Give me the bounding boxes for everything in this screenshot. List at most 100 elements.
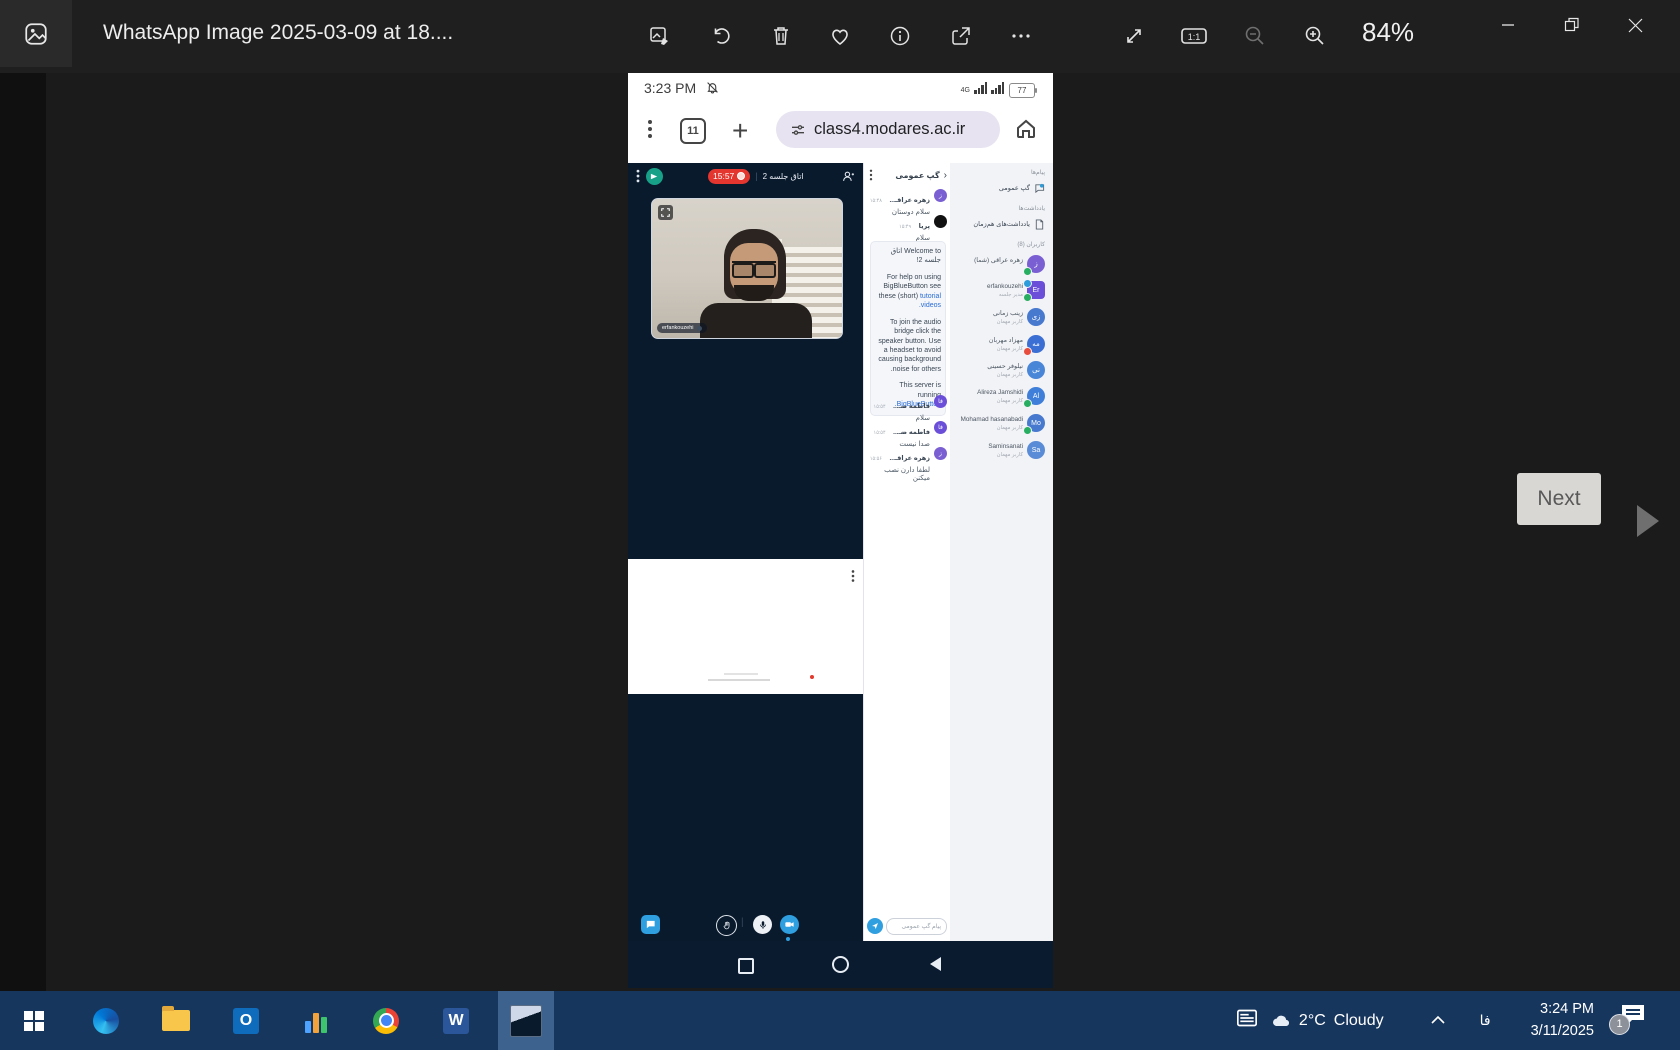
messages-section-header: پیام‌ها [1031,169,1045,176]
taskbar-date: 3/11/2025 [1531,1021,1594,1042]
user-list-item[interactable]: Mo Mohamad hasanabadi کاربر مهمان [950,414,1053,436]
more-button[interactable] [1007,22,1035,50]
home-icon [1014,117,1038,141]
new-tab-button[interactable]: + [732,115,748,147]
restore-button[interactable] [1548,0,1595,50]
share-button[interactable] [947,22,975,50]
zoom-out-icon [1243,24,1267,48]
presentation-area[interactable] [628,559,863,694]
more-icon [1009,24,1033,48]
close-icon [1628,18,1643,33]
send-message-button[interactable] [867,918,883,934]
user-role: کاربر مهمان [997,452,1023,458]
photos-app-icon [23,21,49,47]
raise-hand-button[interactable] [716,915,737,936]
photo-phone-screenshot[interactable]: 3:23 PM 4G 77 11 + class4.modares.ac.ir [628,73,1053,988]
start-button[interactable] [0,991,68,1050]
browser-menu-icon[interactable] [648,120,652,138]
user-name: Alireza Jamshidi [977,389,1023,396]
taskbar-chrome[interactable] [358,991,414,1050]
chat-header: ‹ گپ عمومی [864,163,951,187]
zoom-in-button[interactable] [1301,22,1329,50]
taskbar-edge[interactable] [78,991,134,1050]
zoom-out-button[interactable] [1241,22,1269,50]
user-list-item[interactable]: Sa Saminsanati کاربر مهمان [950,441,1053,463]
user-list-item[interactable]: زی زینب زمانی کاربر مهمان [950,308,1053,330]
chat-input-row: پیام گپ عمومی [867,917,947,935]
chat-input[interactable]: پیام گپ عمومی [886,918,947,935]
recents-nav-icon[interactable] [738,958,754,974]
camera-button[interactable] [780,915,799,934]
favorite-button[interactable] [826,22,854,50]
delete-button[interactable] [767,22,795,50]
chat-avatar: فا [934,395,947,408]
taskbar-clock[interactable]: 3:24 PM 3/11/2025 [1531,999,1594,1041]
taskbar-outlook[interactable]: O [218,991,274,1050]
taskbar-charts-app[interactable] [288,991,344,1050]
tab-switcher-button[interactable]: 11 [680,118,706,144]
widgets-icon[interactable] [1237,1009,1257,1032]
tutorial-videos-link[interactable]: tutorial videos. [919,293,941,309]
open-chat-button[interactable] [641,915,660,934]
user-list-item[interactable]: نی نیلوفر حسینی کاربر مهمان [950,361,1053,383]
chat-time: ۱۵:۴۹ [899,224,911,230]
user-role: کاربر مهمان [997,398,1023,404]
signal-bars-sim1-icon [974,82,987,94]
info-button[interactable] [886,22,914,50]
back-nav-icon[interactable] [930,957,941,971]
minimize-button[interactable] [1484,0,1531,50]
minimize-icon [1501,18,1515,32]
taskbar-file-explorer[interactable] [148,991,204,1050]
home-button[interactable] [1014,117,1038,146]
welcome-message-box: Welcome to اتاق جلسه 2! For help on usin… [870,241,946,416]
zoom-in-icon [1303,24,1327,48]
user-list-item[interactable]: Er erfankouzehi مدیر جلسه [950,281,1053,303]
recording-indicator[interactable]: 15:57 [708,169,750,184]
url-bar[interactable]: class4.modares.ac.ir [776,111,1000,148]
user-list-item[interactable]: Al Alireza Jamshidi کاربر مهمان [950,387,1053,409]
notification-center-button[interactable]: 1 [1620,1001,1654,1041]
taskbar-word[interactable]: W [428,991,484,1050]
tray-chevron-icon[interactable] [1430,1012,1446,1030]
user-status-badge [1023,399,1032,408]
outlook-icon: O [233,1008,259,1034]
home-nav-icon[interactable] [832,956,849,973]
webcam-fullscreen-button[interactable] [658,205,673,220]
bbb-options-icon[interactable] [637,170,640,183]
chat-sender: زهره عراقـ... [889,197,930,204]
language-indicator[interactable]: فا [1480,1012,1491,1029]
participant-shoulders [700,303,812,339]
notification-count-badge: 1 [1609,1014,1630,1035]
close-button[interactable] [1612,0,1659,50]
edit-image-button[interactable] [646,22,674,50]
share-icon [949,24,973,48]
chat-sender: فاطمه ضـ... [893,403,930,410]
fullscreen-button[interactable] [1120,22,1148,50]
weather-widget[interactable]: 2°C Cloudy [1271,1012,1384,1030]
collapse-chat-icon[interactable]: ‹ [944,170,947,181]
chat-options-icon[interactable] [870,170,872,181]
user-list-item[interactable]: مه مهزاد مهربان کاربر مهمان [950,335,1053,357]
chat-time: ۱۵:۵۶ [870,456,882,462]
webcam-video[interactable]: erfankouzehi [651,198,843,339]
webcam-name-tag: erfankouzehi [657,323,707,333]
presentation-options-icon[interactable] [852,570,855,582]
network-status: 4G [961,82,1004,94]
sidebar-item-public-chat[interactable]: گپ عمومی [950,179,1053,197]
chat-message: ز زهره عراقـ... ۱۵:۴۸ سلام دوستان [868,189,947,216]
next-photo-arrow-icon[interactable] [1637,505,1659,537]
sidebar-item-shared-notes[interactable]: یادداشت‌های هم‌زمان [950,215,1053,233]
user-name: Mohamad hasanabadi [961,416,1023,423]
app-icon-button[interactable] [0,0,72,67]
manage-users-icon[interactable] [842,170,855,183]
actual-size-button[interactable]: 1:1 [1180,22,1208,50]
sidebar-item-label: یادداشت‌های هم‌زمان [973,220,1030,228]
user-list-item[interactable]: ز زهره عراقی (شما) [950,255,1053,277]
user-name: نیلوفر حسینی [987,363,1023,370]
taskbar-photos-active[interactable] [498,991,554,1050]
recording-time: 15:57 [713,171,734,181]
taskbar: O W 2°C Cloudy فا 3:24 PM 3/1 [0,991,1680,1050]
mute-button[interactable] [753,915,772,934]
rotate-button[interactable] [707,22,735,50]
chat-sender: زهره عراقـ... [889,455,930,462]
